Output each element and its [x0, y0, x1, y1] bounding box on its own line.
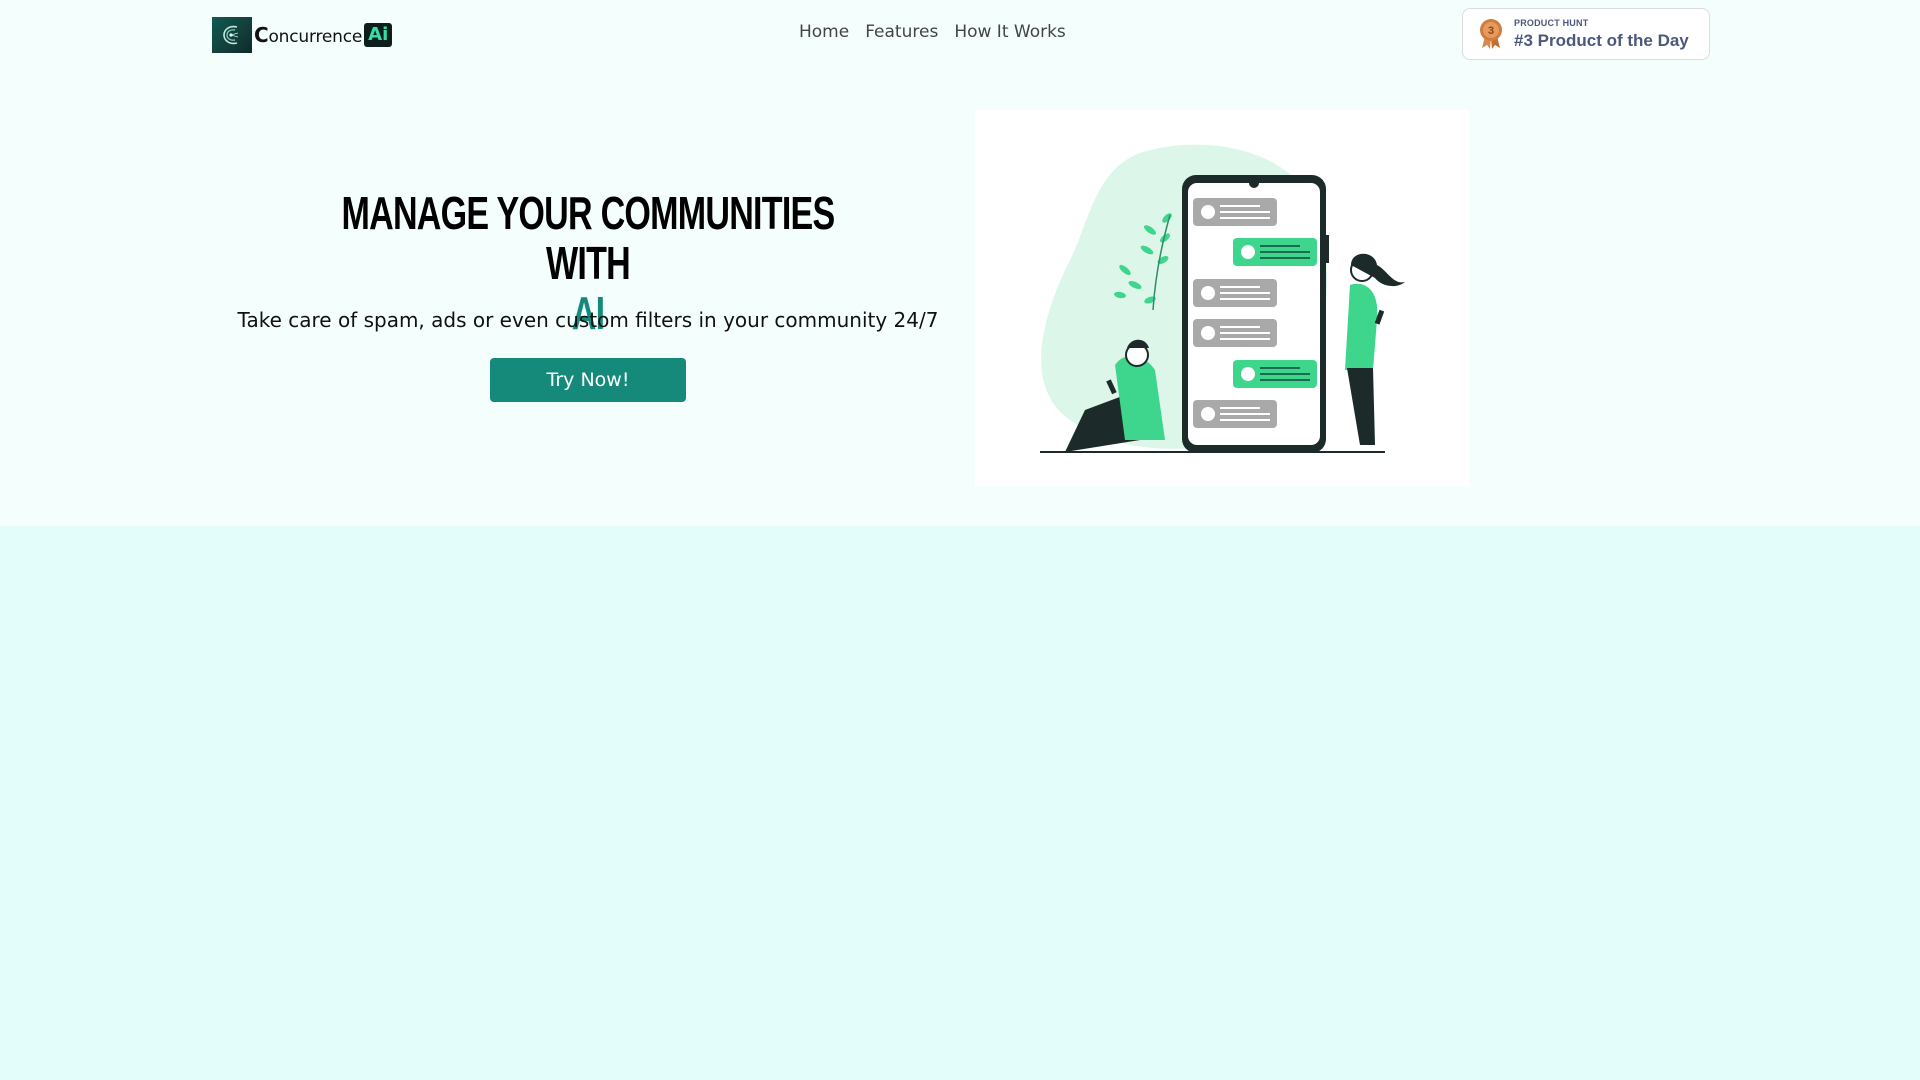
logo[interactable]: Concurrence Ai — [212, 17, 393, 53]
product-hunt-text: PRODUCT HUNT #3 Product of the Day — [1514, 18, 1689, 50]
hero-subtitle: Take care of spam, ads or even custom fi… — [237, 308, 939, 332]
product-hunt-label: PRODUCT HUNT — [1514, 18, 1589, 28]
nav-how-it-works[interactable]: How It Works — [954, 22, 1065, 42]
logo-text: Concurrence — [254, 23, 363, 47]
nav-home[interactable]: Home — [799, 22, 849, 42]
hero-section: Concurrence Ai Home Features How It Work… — [0, 0, 1920, 526]
product-hunt-title: #3 Product of the Day — [1514, 31, 1689, 50]
hero-title-main: MANAGE YOUR COMMUNITIES WITH — [341, 187, 836, 289]
logo-mark-icon — [212, 17, 252, 53]
product-hunt-badge[interactable]: 3 PRODUCT HUNT #3 Product of the Day — [1462, 8, 1710, 60]
medal-icon: 3 — [1480, 19, 1502, 49]
svg-text:3: 3 — [1488, 25, 1494, 37]
nav-features[interactable]: Features — [865, 22, 938, 42]
hero-illustration — [975, 110, 1470, 486]
logo-ai-badge: Ai — [364, 23, 393, 47]
try-now-button[interactable]: Try Now! — [490, 358, 686, 402]
main-nav: Home Features How It Works — [799, 22, 1066, 42]
chat-people-illustration — [1040, 144, 1405, 453]
